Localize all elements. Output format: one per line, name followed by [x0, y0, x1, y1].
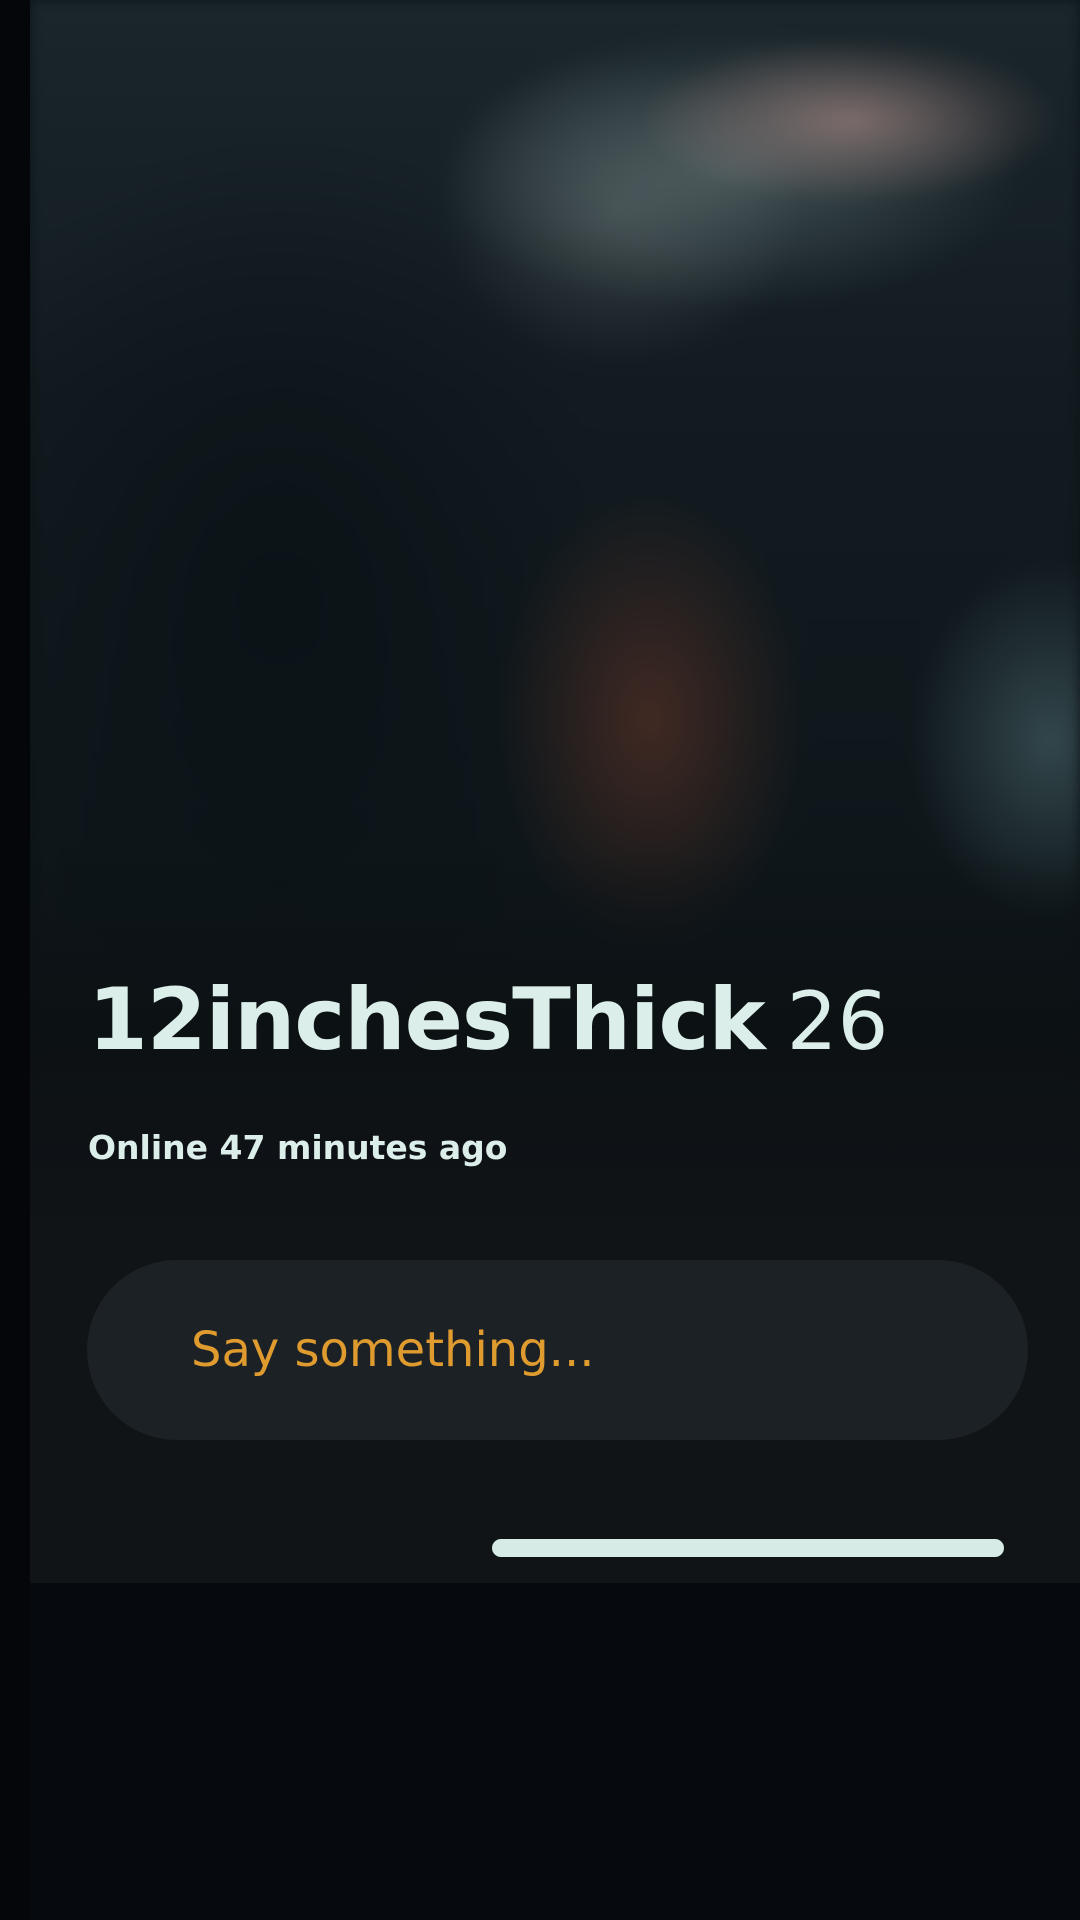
photo-gradient-overlay — [30, 850, 1080, 1583]
home-indicator[interactable] — [492, 1539, 1004, 1557]
profile-age: 26 — [786, 975, 889, 1068]
left-edge-strip — [0, 0, 30, 1920]
screen: 12inchesThick 26 Online 47 minutes ago — [0, 0, 1080, 1920]
online-status: Online 47 minutes ago — [88, 1128, 508, 1167]
message-input[interactable] — [87, 1260, 1028, 1440]
profile-name-row: 12inchesThick 26 — [88, 970, 888, 1070]
profile-card: 12inchesThick 26 Online 47 minutes ago — [30, 0, 1080, 1583]
profile-username: 12inchesThick — [88, 970, 766, 1070]
